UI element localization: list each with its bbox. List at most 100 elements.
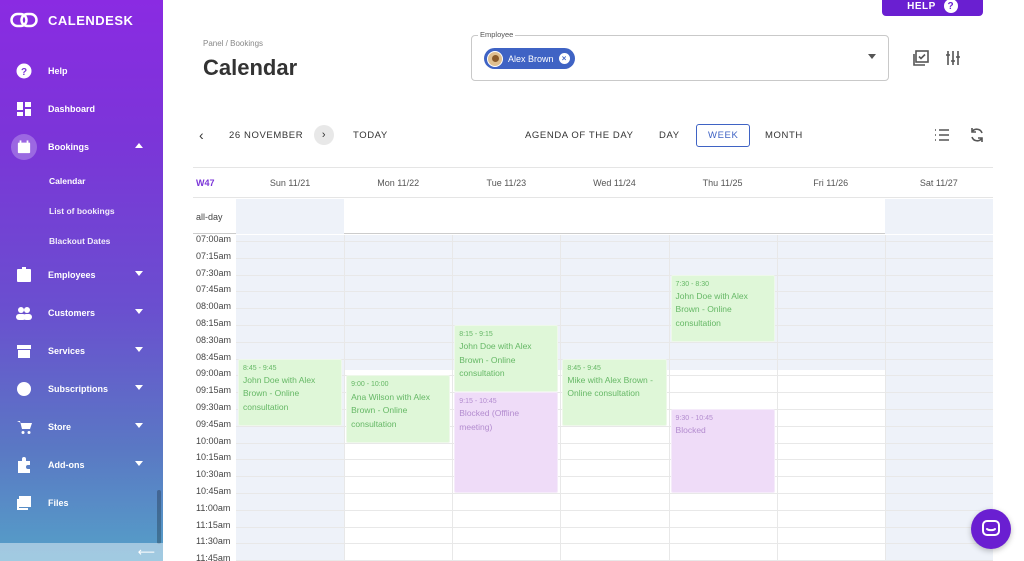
people-icon: [16, 305, 32, 321]
avatar: [487, 50, 503, 67]
event-title: John Doe with Alex Brown - Online consul…: [459, 341, 532, 379]
time-label: 10:45am: [196, 486, 232, 496]
all-day-cell-sat[interactable]: [885, 199, 993, 234]
view-month-button[interactable]: MONTH: [765, 125, 803, 145]
chat-button[interactable]: [971, 509, 1011, 549]
sidebar-subitem-list-of-bookings[interactable]: List of bookings: [0, 196, 163, 226]
sidebar: CALENDESK ? Help Dashboard Bookings Cale…: [0, 0, 163, 561]
today-button[interactable]: TODAY: [353, 125, 388, 145]
list-view-icon[interactable]: [934, 127, 950, 143]
employee-select[interactable]: Employee Alex Brown ×: [471, 30, 889, 81]
employee-chip[interactable]: Alex Brown ×: [484, 48, 575, 69]
booking-event[interactable]: 8:45 - 9:45 John Doe with Alex Brown - On…: [238, 358, 343, 426]
sidebar-scrollbar[interactable]: [157, 490, 161, 544]
day-header[interactable]: Mon 11/22: [344, 168, 452, 197]
day-header[interactable]: Thu 11/25: [669, 168, 777, 197]
calendesk-logo-icon: [10, 12, 38, 28]
calendar-icon: [11, 134, 37, 160]
sidebar-subitem-blackout-dates[interactable]: Blackout Dates: [0, 226, 163, 256]
employee-badge-icon: [16, 267, 32, 283]
dropdown-caret-icon[interactable]: [868, 54, 876, 59]
sidebar-item-store[interactable]: Store: [0, 408, 163, 446]
sidebar-subitem-calendar[interactable]: Calendar: [0, 166, 163, 196]
employee-select-label: Employee: [478, 30, 516, 39]
grid-line: [236, 341, 993, 343]
remove-chip-icon[interactable]: ×: [558, 53, 570, 64]
day-header[interactable]: Sat 11/27: [885, 168, 993, 197]
time-label: 10:00am: [196, 435, 232, 446]
sidebar-item-files[interactable]: Files: [0, 484, 163, 522]
blocked-event[interactable]: 9:30 - 10:45 Blocked: [670, 409, 775, 493]
dashboard-icon: [16, 101, 32, 117]
all-day-cell-sun[interactable]: [236, 199, 344, 234]
view-month-label: MONTH: [765, 129, 803, 141]
day-header[interactable]: Fri 11/26: [777, 168, 885, 197]
employee-chip-label: Alex Brown: [508, 53, 554, 64]
time-label: 08:00am: [196, 301, 232, 312]
select-checklist-icon[interactable]: [913, 50, 929, 66]
help-button-label: HELP: [907, 0, 936, 12]
puzzle-icon: [16, 457, 32, 473]
booking-event[interactable]: 7:30 - 8:30 John Doe with Alex Brown - On…: [670, 274, 775, 342]
sidebar-item-services[interactable]: Services: [0, 332, 163, 370]
time-label: 11:15am: [196, 519, 231, 530]
time-label: 09:30am: [196, 402, 232, 412]
sidebar-item-label: Employees: [48, 270, 96, 280]
booking-event[interactable]: 8:15 - 9:15 John Doe with Alex Brown - On…: [454, 325, 559, 393]
time-grid: 07:00am 07:15am 07:30am 07:45am 08:00am 08:15…: [193, 234, 993, 561]
chevron-down-icon: [135, 347, 143, 352]
page-title: Calendar: [203, 55, 298, 80]
time-label: 09:15am: [196, 385, 232, 396]
sidebar-item-subscriptions[interactable]: Subscriptions: [0, 370, 163, 408]
day-header[interactable]: Tue 11/23: [452, 168, 560, 197]
sidebar-item-label: Bookings: [48, 142, 90, 152]
week-calendar: W47 Sun 11/21 Mon 11/22 Tue 11/23 Wed 11…: [193, 167, 993, 561]
grid-line: [236, 476, 993, 478]
booking-event[interactable]: 9:00 - 10:00 Ana Wilson with Alex Brown -…: [346, 375, 451, 443]
sidebar-item-dashboard[interactable]: Dashboard: [0, 90, 163, 128]
time-label: 08:45am: [196, 351, 232, 362]
help-button[interactable]: HELP ?: [882, 0, 983, 16]
view-day-button[interactable]: DAY: [659, 125, 680, 145]
grid-line: [236, 308, 993, 310]
chevron-down-icon: [135, 461, 143, 466]
svg-text:?: ?: [21, 67, 27, 78]
time-label: 10:30am: [196, 469, 232, 480]
chevron-down-icon: [135, 309, 143, 314]
prev-week-button[interactable]: ‹: [199, 125, 204, 145]
sidebar-item-customers[interactable]: Customers: [0, 294, 163, 332]
filter-sliders-icon[interactable]: [945, 50, 961, 66]
current-date-label: 26 NOVEMBER: [229, 125, 303, 145]
sidebar-item-label: Dashboard: [48, 104, 96, 114]
sidebar-item-label: Subscriptions: [48, 384, 109, 394]
time-label: 09:00am: [196, 368, 232, 379]
grid-line: [236, 543, 993, 545]
day-divider: [668, 235, 670, 561]
day-header[interactable]: Wed 11/24: [560, 168, 668, 197]
time-label: 08:15am: [196, 318, 232, 328]
booking-event[interactable]: 8:45 - 9:45 Mike with Alex Brown - Online…: [562, 358, 667, 426]
sidebar-item-employees[interactable]: Employees: [0, 256, 163, 294]
days-area[interactable]: 8:45 - 9:45 John Doe with Alex Brown - On…: [236, 235, 993, 561]
time-label: 07:00am: [196, 234, 232, 244]
view-agenda-button[interactable]: AGENDA OF THE DAY: [525, 125, 634, 145]
sidebar-item-bookings[interactable]: Bookings: [0, 128, 163, 166]
day-divider: [884, 235, 886, 561]
sidebar-item-addons[interactable]: Add-ons: [0, 446, 163, 484]
day-header[interactable]: Sun 11/21: [236, 168, 344, 197]
brand[interactable]: CALENDESK: [10, 11, 133, 29]
time-label: 07:15am: [196, 250, 232, 261]
sidebar-item-help[interactable]: ? Help: [0, 52, 163, 90]
time-label: 10:15am: [196, 452, 232, 463]
chevron-left-icon: ‹: [199, 127, 205, 143]
grid-line: [236, 257, 993, 259]
day-divider: [776, 235, 778, 561]
time-label: 08:30am: [196, 334, 232, 345]
refresh-icon[interactable]: [969, 127, 985, 143]
next-week-button[interactable]: ›: [314, 125, 334, 145]
grid-line: [236, 274, 993, 276]
view-week-button[interactable]: WEEK: [696, 123, 751, 147]
sidebar-item-label: Help: [48, 66, 68, 76]
blocked-event[interactable]: 9:15 - 10:45 Blocked (Offline meeting): [454, 392, 559, 493]
collapse-sidebar-arrow-icon[interactable]: ⟵: [138, 545, 155, 559]
